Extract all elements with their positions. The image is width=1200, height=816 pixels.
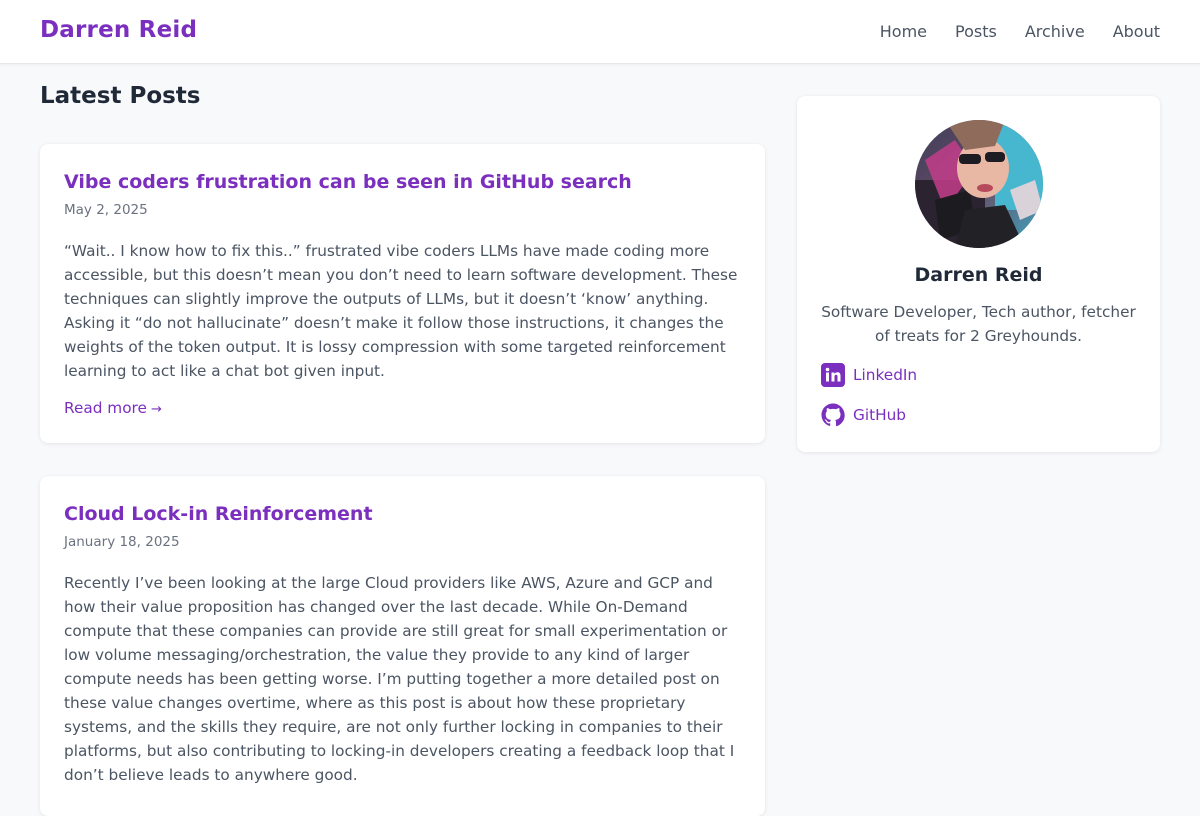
github-label: GitHub: [853, 406, 907, 424]
post-title-link[interactable]: Cloud Lock-in Reinforcement: [64, 500, 741, 528]
profile-name: Darren Reid: [914, 264, 1043, 286]
profile-sidebar: Darren Reid Software Developer, Tech aut…: [797, 96, 1160, 452]
post-excerpt: “Wait.. I know how to fix this..” frustr…: [64, 242, 738, 380]
section-title: Latest Posts: [40, 83, 201, 109]
arrow-right-icon: →: [150, 402, 162, 417]
nav-home[interactable]: Home: [880, 22, 927, 42]
nav-archive[interactable]: Archive: [1025, 22, 1085, 42]
post-date: May 2, 2025: [64, 202, 148, 218]
github-link[interactable]: GitHub: [821, 403, 906, 427]
post-excerpt: Recently I’ve been looking at the large …: [64, 574, 735, 784]
post-date: January 18, 2025: [64, 534, 180, 550]
site-title-link[interactable]: Darren Reid: [40, 17, 197, 43]
linkedin-link[interactable]: LinkedIn: [821, 363, 917, 387]
site-header: Darren Reid Home Posts Archive About: [0, 0, 1200, 64]
linkedin-label: LinkedIn: [853, 366, 918, 384]
linkedin-icon: [821, 363, 845, 387]
post-card: Vibe coders frustration can be seen in G…: [40, 144, 765, 443]
post-title-link[interactable]: Vibe coders frustration can be seen in G…: [64, 168, 741, 196]
nav-about[interactable]: About: [1113, 22, 1160, 42]
read-more-link[interactable]: Read more →: [64, 399, 162, 417]
profile-bio: Software Developer, Tech author, fetcher…: [821, 303, 1136, 345]
read-more-label: Read more: [64, 399, 147, 417]
main-nav: Home Posts Archive About: [880, 22, 1160, 42]
github-icon: [821, 403, 845, 427]
nav-posts[interactable]: Posts: [955, 22, 997, 42]
avatar: [915, 120, 1043, 248]
post-card: Cloud Lock-in Reinforcement January 18, …: [40, 476, 765, 816]
